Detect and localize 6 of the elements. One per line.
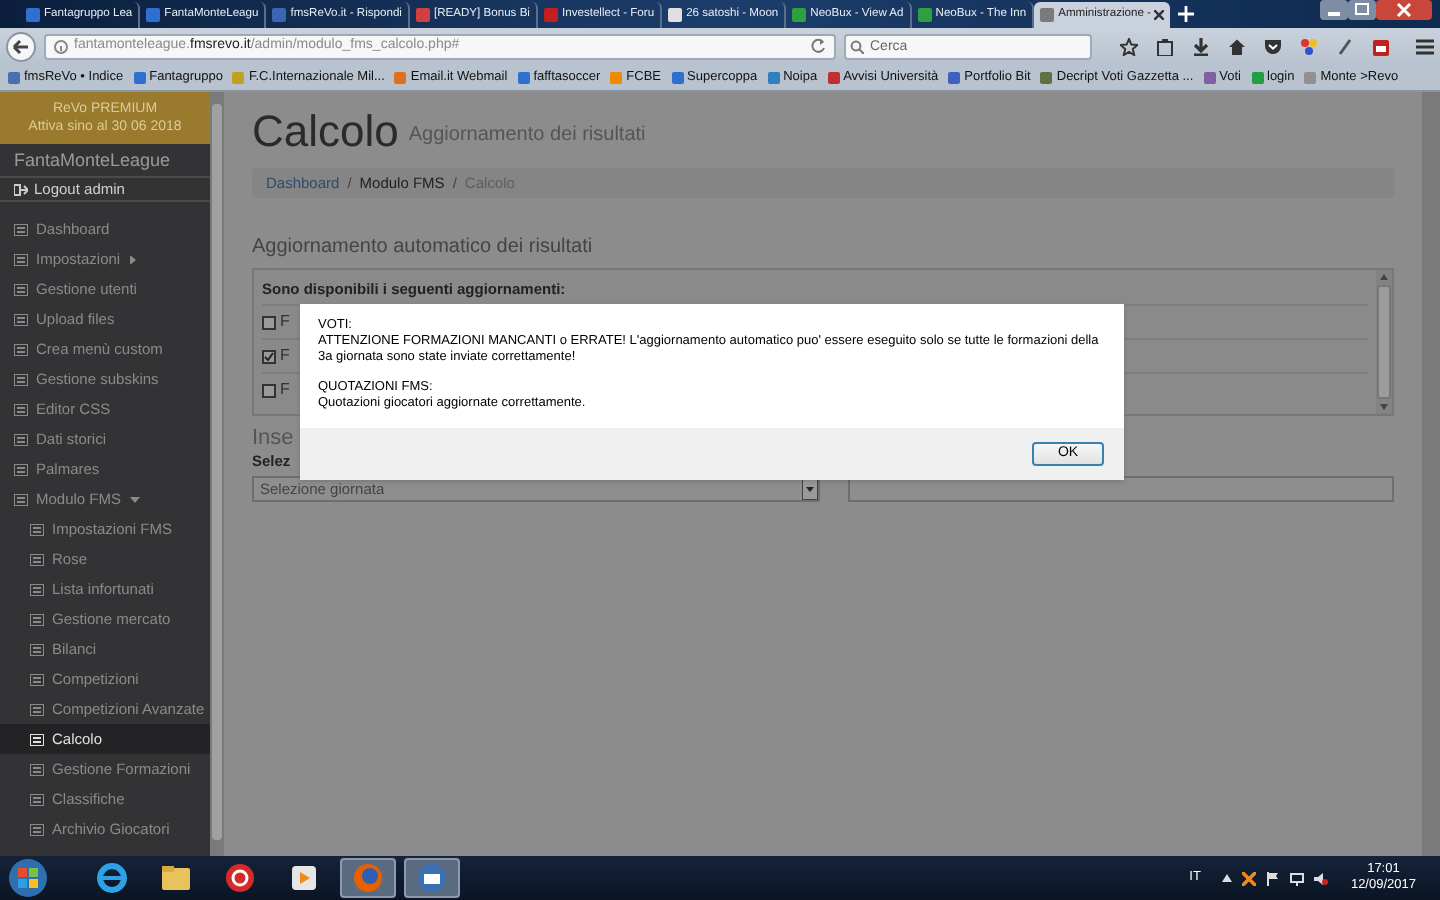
update-label: F <box>280 344 290 368</box>
update-label: F <box>280 310 290 334</box>
section-title: Aggiornamento automatico dei risultati <box>252 234 593 262</box>
site-name: FantaMonteLeague <box>12 148 173 174</box>
update-label: F <box>280 378 290 402</box>
page-title: Calcolo <box>252 108 399 156</box>
